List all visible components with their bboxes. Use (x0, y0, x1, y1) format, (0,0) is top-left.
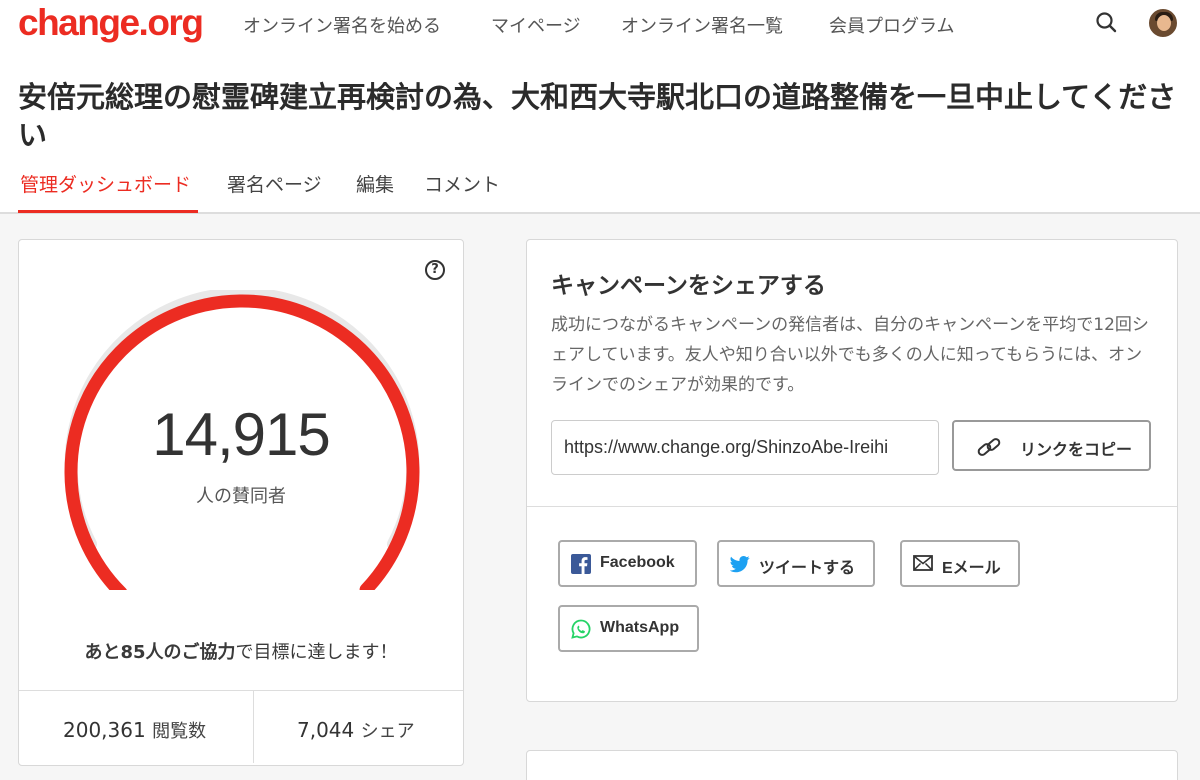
views-value: 200,361 (63, 718, 146, 742)
stats-separator (253, 691, 254, 763)
facebook-icon (571, 554, 591, 578)
progress-card: ? 14,915 人の賛同者 あと85人のご協力で目標に達します！ 200,36… (18, 239, 464, 766)
whatsapp-icon (571, 619, 591, 643)
tab-comments[interactable]: コメント (424, 170, 500, 197)
user-avatar[interactable] (1147, 7, 1179, 39)
petition-header: 安倍元総理の慰霊碑建立再検討の為、大和西大寺駅北口の道路整備を一旦中止してくださ… (0, 52, 1200, 214)
copy-link-button[interactable]: リンクをコピー (952, 420, 1151, 471)
whatsapp-label: WhatsApp (600, 619, 680, 636)
envelope-icon (913, 554, 933, 576)
shares-label: シェア (360, 721, 415, 742)
supporter-count-label: 人の賛同者 (196, 486, 286, 507)
nav-start-petition[interactable]: オンライン署名を始める (243, 12, 441, 38)
tab-dashboard[interactable]: 管理ダッシュボード (20, 170, 191, 197)
nav-my-page[interactable]: マイページ (491, 12, 581, 38)
nav-browse-petitions[interactable]: オンライン署名一覧 (621, 12, 783, 38)
share-description: 成功につながるキャンペーンの発信者は、自分のキャンペーンを平均で12回シェアして… (551, 315, 1149, 395)
tweet-label: ツイートする (759, 560, 856, 577)
facebook-share-button[interactable]: Facebook (558, 540, 697, 587)
shares-value: 7,044 (297, 718, 355, 742)
help-icon[interactable]: ? (425, 260, 445, 280)
nav-membership[interactable]: 会員プログラム (829, 12, 954, 38)
change-org-logo[interactable]: change.org (18, 2, 204, 44)
twitter-icon (729, 554, 750, 578)
goal-remaining: あと85人のご協力 (84, 642, 236, 663)
views-label: 閲覧数 (152, 721, 207, 742)
share-title: キャンペーンをシェアする (551, 273, 826, 299)
petition-title: 安倍元総理の慰霊碑建立再検討の為、大和西大寺駅北口の道路整備を一旦中止してくださ… (18, 80, 1177, 152)
tweet-button[interactable]: ツイートする (717, 540, 875, 587)
next-card (526, 750, 1178, 780)
search-icon[interactable] (1094, 10, 1120, 36)
top-navigation: change.org オンライン署名を始める マイページ オンライン署名一覧 会… (0, 0, 1200, 52)
goal-message: あと85人のご協力で目標に達します！ (19, 638, 463, 664)
link-icon (976, 435, 1002, 463)
stats-divider (19, 690, 463, 691)
whatsapp-share-button[interactable]: WhatsApp (558, 605, 699, 652)
petition-url-field[interactable]: https://www.change.org/ShinzoAbe-Ireihi (551, 420, 939, 475)
copy-link-label: リンクをコピー (1020, 440, 1133, 459)
email-label: Eメール (942, 560, 1001, 577)
tab-petition-page[interactable]: 署名ページ (227, 170, 322, 197)
tab-edit[interactable]: 編集 (356, 170, 394, 197)
active-tab-indicator (18, 210, 198, 213)
share-divider (527, 506, 1177, 507)
email-share-button[interactable]: Eメール (900, 540, 1020, 587)
facebook-label: Facebook (600, 554, 675, 571)
supporter-count: 14,915 (152, 401, 331, 468)
avatar-face (1157, 15, 1171, 31)
share-card: キャンペーンをシェアする 成功につながるキャンペーンの発信者は、自分のキャンペー… (526, 239, 1178, 702)
shares-stat: 7,044 シェア (297, 717, 415, 743)
views-stat: 200,361 閲覧数 (63, 717, 206, 743)
goal-rest: で目標に達します！ (235, 642, 398, 663)
